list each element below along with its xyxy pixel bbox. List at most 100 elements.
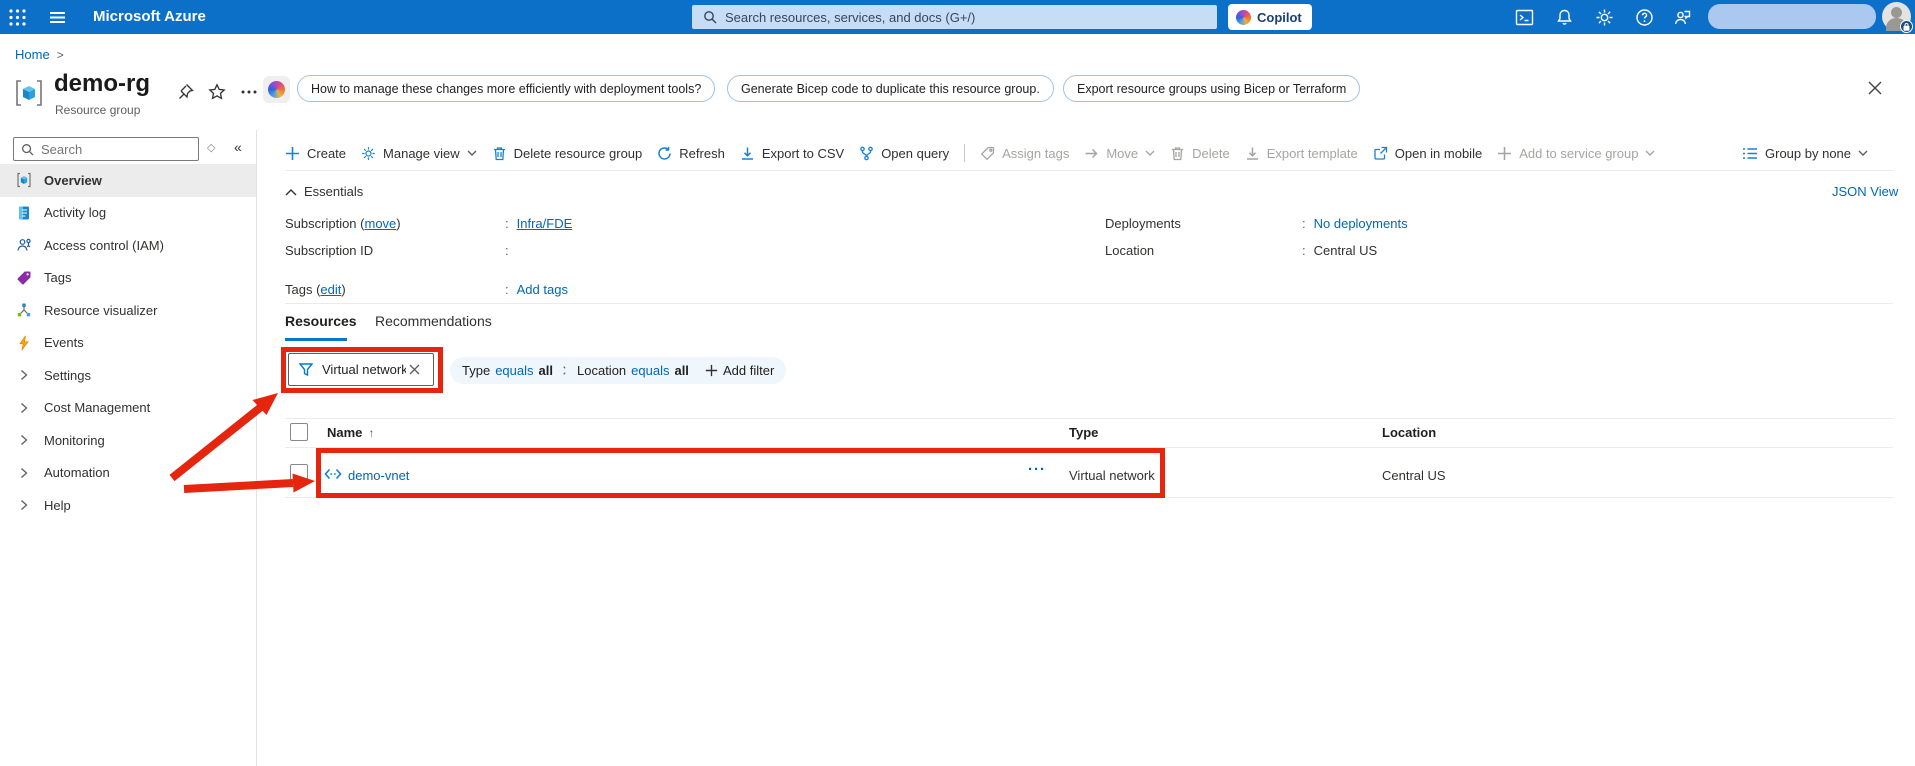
add-tags-link[interactable]: Add tags: [517, 282, 568, 300]
column-header-name[interactable]: Name ↑: [327, 425, 374, 440]
tab-resources[interactable]: Resources: [285, 313, 357, 329]
json-view-link[interactable]: JSON View: [1832, 184, 1898, 199]
share-icon: [1374, 146, 1387, 160]
command-bar-divider: [964, 144, 966, 162]
apps-grid-icon[interactable]: [8, 8, 27, 27]
global-search[interactable]: [692, 5, 1217, 29]
settings-gear-icon[interactable]: [1595, 8, 1614, 27]
delete-resource-group-button[interactable]: Delete resource group: [492, 146, 642, 161]
copilot-suggestion-chip[interactable]: Generate Bicep code to duplicate this re…: [727, 75, 1054, 102]
group-by-dropdown[interactable]: Group by none: [1742, 139, 1868, 167]
copilot-suggestions-icon[interactable]: [263, 76, 290, 103]
resource-name-link[interactable]: demo-vnet: [348, 468, 409, 483]
chevron-down-icon: [1145, 150, 1155, 156]
sidebar-group-cost-management[interactable]: Cost Management: [0, 392, 256, 425]
edit-tags-link[interactable]: edit: [320, 282, 341, 297]
move-button[interactable]: Move: [1084, 146, 1155, 161]
group-list-icon: [1743, 147, 1757, 159]
sidebar-item-tags[interactable]: Tags: [0, 262, 256, 295]
sidebar-item-overview[interactable]: Overview: [0, 164, 256, 197]
subscription-id-label: Subscription ID: [285, 243, 374, 258]
sidebar-collapse-icon[interactable]: «: [234, 139, 242, 155]
essentials-toggle[interactable]: Essentials: [285, 184, 363, 199]
brand-title[interactable]: Microsoft Azure: [93, 0, 206, 34]
copilot-suggestion-chip[interactable]: How to manage these changes more efficie…: [297, 75, 716, 102]
events-lightning-icon: [16, 335, 32, 351]
deployments-value-link[interactable]: No deployments: [1314, 216, 1408, 234]
copilot-button[interactable]: Copilot: [1228, 4, 1312, 30]
resource-filter-search[interactable]: [288, 353, 434, 386]
more-menu-icon[interactable]: [240, 83, 258, 101]
essentials-row-location: Location : Central US: [1105, 243, 1377, 261]
column-header-location[interactable]: Location: [1382, 425, 1436, 440]
avatar-head: [1891, 7, 1902, 18]
sidebar-search-input[interactable]: [41, 141, 181, 157]
row-context-menu[interactable]: ···: [1028, 461, 1046, 478]
select-all-checkbox[interactable]: [290, 423, 308, 441]
gear-icon: [362, 146, 375, 160]
copilot-suggestion-chip[interactable]: Export resource groups using Bicep or Te…: [1063, 75, 1361, 102]
open-in-mobile-button[interactable]: Open in mobile: [1373, 146, 1482, 161]
favorite-star-icon[interactable]: [208, 83, 226, 101]
virtual-network-icon: [324, 468, 342, 480]
refresh-icon: [658, 146, 672, 160]
sidebar-shortcut-icon[interactable]: ◇: [207, 141, 215, 154]
close-blade-icon[interactable]: [1866, 79, 1884, 97]
sidebar-group-help[interactable]: Help: [0, 489, 256, 522]
copilot-icon: [268, 81, 285, 98]
sidebar-item-activity-log[interactable]: Activity log: [0, 197, 256, 230]
resource-group-icon: [16, 80, 42, 106]
refresh-button[interactable]: Refresh: [657, 146, 725, 161]
manage-view-button[interactable]: Manage view: [361, 146, 477, 161]
chevron-down-icon: [467, 150, 477, 156]
essentials-row-subscription: Subscription (move) : Infra/FDE: [285, 216, 572, 234]
column-header-type[interactable]: Type: [1069, 425, 1098, 440]
pin-icon[interactable]: [176, 83, 194, 101]
breadcrumb-home-link[interactable]: Home: [15, 47, 50, 62]
export-to-csv-button[interactable]: Export to CSV: [740, 146, 844, 161]
download-icon: [741, 147, 753, 160]
open-query-button[interactable]: Open query: [859, 146, 949, 161]
sidebar-item-resource-visualizer[interactable]: Resource visualizer: [0, 294, 256, 327]
move-link[interactable]: move: [364, 216, 396, 231]
plus-icon: [1498, 146, 1512, 160]
trash-icon: [1172, 146, 1184, 160]
notifications-icon[interactable]: [1555, 8, 1574, 27]
delete-button[interactable]: Delete: [1170, 146, 1230, 161]
global-search-input[interactable]: [725, 9, 1185, 25]
tag-icon: [980, 146, 995, 160]
add-filter-button[interactable]: Add filter: [693, 357, 787, 384]
sidebar-group-automation[interactable]: Automation: [0, 457, 256, 490]
divider: [285, 447, 1893, 448]
row-checkbox[interactable]: [290, 464, 308, 482]
sidebar-item-access-control[interactable]: Access control (IAM): [0, 229, 256, 262]
copilot-icon: [1236, 9, 1251, 25]
divider: [285, 418, 1893, 419]
feedback-icon[interactable]: [1673, 8, 1692, 27]
search-icon: [22, 143, 34, 156]
deployments-label: Deployments: [1105, 216, 1181, 231]
sidebar-group-settings[interactable]: Settings: [0, 359, 256, 392]
sidebar-search[interactable]: [13, 137, 199, 161]
cloud-shell-icon[interactable]: [1515, 8, 1534, 27]
help-icon[interactable]: [1635, 8, 1654, 27]
clear-filter-icon[interactable]: [408, 363, 421, 376]
create-button[interactable]: Create: [285, 146, 346, 161]
sidebar-group-monitoring[interactable]: Monitoring: [0, 424, 256, 457]
plus-icon: [705, 364, 718, 377]
chevron-right-icon: [16, 367, 32, 383]
hamburger-menu-icon[interactable]: [48, 8, 67, 27]
active-tab-underline: [285, 338, 347, 341]
sidebar-item-events[interactable]: Events: [0, 327, 256, 360]
tab-recommendations[interactable]: Recommendations: [375, 313, 492, 329]
subscription-value-link[interactable]: Infra/FDE: [517, 216, 573, 234]
avatar[interactable]: [1882, 2, 1913, 33]
lock-badge-icon: [1900, 20, 1913, 33]
filter-search-input[interactable]: [322, 362, 406, 377]
export-template-button[interactable]: Export template: [1245, 146, 1358, 161]
assign-tags-button[interactable]: Assign tags: [980, 146, 1069, 161]
chevron-up-icon: [285, 188, 297, 195]
chevron-down-icon: [1645, 150, 1655, 156]
overview-icon: [16, 172, 32, 188]
add-to-service-group-button[interactable]: Add to service group: [1497, 146, 1655, 161]
